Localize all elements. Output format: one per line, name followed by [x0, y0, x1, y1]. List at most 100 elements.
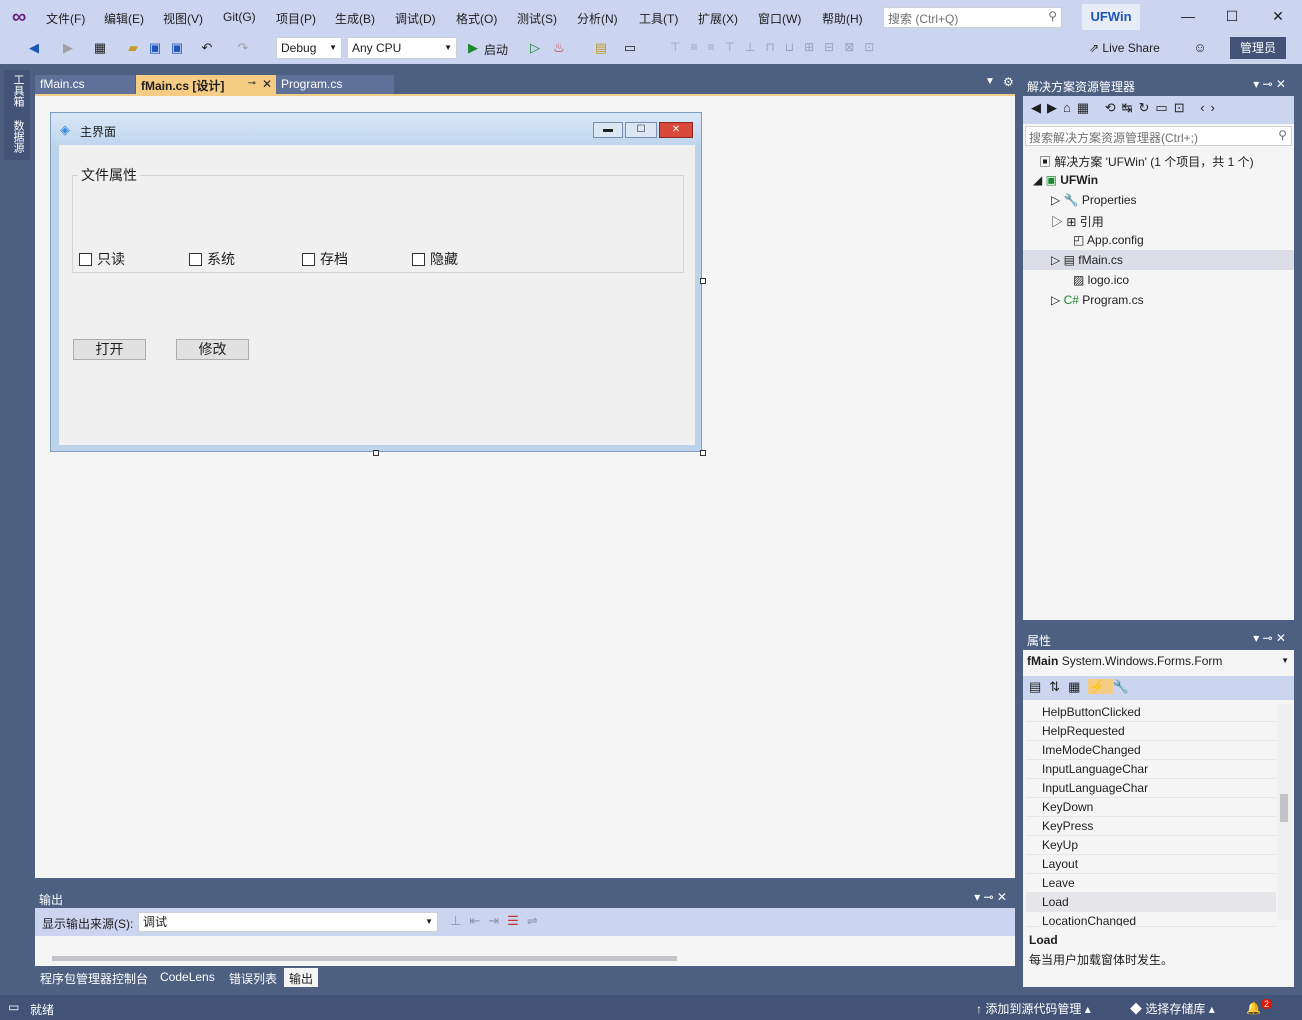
minimize-button[interactable]: — [1178, 8, 1198, 26]
left-tool-tabs: 工具箱 数据源 [4, 70, 30, 160]
menu-tools[interactable]: 工具(T) [639, 10, 678, 27]
menu-window[interactable]: 窗口(W) [758, 10, 801, 27]
save-icon[interactable]: ▣ [147, 40, 163, 56]
tab-fmain-design[interactable]: fMain.cs [设计] ⊸ ✕ [136, 75, 276, 94]
form-client-area: 文件属性 只读 系统 存档 隐藏 打开 修改 [59, 145, 695, 445]
tab-dropdown-icon[interactable]: ▼ [985, 76, 995, 87]
event-row[interactable]: Leave [1026, 874, 1276, 893]
add-source-control-button[interactable]: ↑ 添加到源代码管理 ▴ [976, 1000, 1091, 1017]
tree-item-fmain[interactable]: ▷ ▤ fMain.cs [1051, 253, 1123, 267]
pin-icon[interactable]: ⊸ [248, 78, 256, 89]
start-icon[interactable]: ▶ [465, 40, 481, 56]
menu-debug[interactable]: 调试(D) [395, 10, 436, 27]
output-source-select[interactable]: 调试 ▼ [138, 912, 438, 932]
event-row[interactable]: KeyUp [1026, 836, 1276, 855]
tab-fmain-code[interactable]: fMain.cs [35, 75, 135, 94]
config-select[interactable]: Debug ▼ [276, 37, 342, 59]
tree-project[interactable]: ◢ ▣ UFWin [1033, 173, 1098, 187]
maximize-button[interactable]: ☐ [1222, 8, 1242, 26]
status-icon: ▭ [8, 1000, 20, 1014]
properties-toolbar-icons[interactable]: ▤⇅▦⚡🔧 [1023, 676, 1294, 700]
tab-package-console[interactable]: 程序包管理器控制台 [35, 968, 154, 987]
menu-analyze[interactable]: 分析(N) [577, 10, 618, 27]
output-hscrollbar[interactable] [52, 956, 677, 961]
open-icon[interactable]: ▰ [125, 40, 141, 56]
forward-icon[interactable]: ▶ [60, 40, 76, 56]
modify-button[interactable]: 修改 [176, 339, 249, 360]
undo-icon[interactable]: ↶ [199, 40, 215, 56]
open-button[interactable]: 打开 [73, 339, 146, 360]
csharp-file-icon: C# [1063, 293, 1083, 307]
menu-help[interactable]: 帮助(H) [822, 10, 863, 27]
close-icon[interactable]: ✕ [262, 77, 272, 91]
event-row[interactable]: InputLanguageChar [1026, 779, 1276, 798]
scrollbar-thumb[interactable] [1280, 794, 1288, 822]
checkbox-readonly[interactable]: 只读 [79, 249, 125, 269]
close-button[interactable]: ✕ [1268, 8, 1288, 26]
gear-icon[interactable]: ⚙ [1003, 75, 1014, 89]
platform-select[interactable]: Any CPU ▼ [347, 37, 457, 59]
panel-controls-icon[interactable]: ▾ ⊸ ✕ [1253, 77, 1286, 91]
back-icon[interactable]: ◀ [26, 40, 42, 56]
resize-handle-corner[interactable] [700, 450, 706, 456]
start-without-debug-icon[interactable]: ▷ [527, 40, 543, 56]
tree-solution-root[interactable]: ▣ 解决方案 'UFWin' (1 个项目，共 1 个) [1039, 153, 1254, 170]
menu-project[interactable]: 项目(P) [276, 10, 316, 27]
checkbox-hidden[interactable]: 隐藏 [412, 249, 458, 269]
event-row-selected[interactable]: Load [1026, 893, 1276, 912]
event-row[interactable]: LocationChanged [1026, 912, 1276, 927]
tab-error-list[interactable]: 错误列表 [224, 968, 283, 987]
event-row[interactable]: ImeModeChanged [1026, 741, 1276, 760]
menu-view[interactable]: 视图(V) [163, 10, 203, 27]
properties-object-select[interactable]: fMain System.Windows.Forms.Form ▼ [1027, 654, 1289, 674]
event-row[interactable]: HelpButtonClicked [1026, 703, 1276, 722]
notification-icon[interactable]: 🔔 2 [1246, 999, 1272, 1015]
feedback-icon[interactable]: ☺ [1192, 40, 1208, 56]
save-all-icon[interactable]: ▣ [169, 40, 185, 56]
checkbox-system[interactable]: 系统 [189, 249, 235, 269]
resize-handle-right[interactable] [700, 278, 706, 284]
tab-output[interactable]: 输出 [284, 968, 319, 987]
menu-build[interactable]: 生成(B) [335, 10, 375, 27]
tab-datasource[interactable]: 数据源 [8, 120, 26, 153]
event-row[interactable]: HelpRequested [1026, 722, 1276, 741]
search-input[interactable]: 搜索 (Ctrl+Q) ⚲ [883, 7, 1062, 28]
output-tools-icon[interactable]: ⊥⇤⇥☰⇌ [450, 913, 546, 929]
event-row[interactable]: Layout [1026, 855, 1276, 874]
hot-reload-icon[interactable]: ♨ [551, 40, 567, 56]
menu-extensions[interactable]: 扩展(X) [698, 10, 738, 27]
select-repo-button[interactable]: ◆ 选择存储库 ▴ [1130, 1000, 1215, 1017]
tree-item-appconfig[interactable]: ◰ App.config [1073, 233, 1144, 247]
designer-form[interactable]: ◈ 主界面 ▬ ☐ ✕ 文件属性 只读 系统 存档 隐藏 打开 修改 [50, 112, 702, 452]
panel-controls-icon[interactable]: ▾ ⊸ ✕ [974, 890, 1007, 904]
menu-git[interactable]: Git(G) [223, 10, 256, 24]
tree-item-program[interactable]: ▷ C# Program.cs [1051, 293, 1144, 307]
resize-handle-bottom[interactable] [373, 450, 379, 456]
start-button[interactable]: 启动 [484, 41, 508, 58]
tab-toolbox[interactable]: 工具箱 [8, 74, 26, 107]
redo-icon[interactable]: ↷ [235, 40, 251, 56]
menu-format[interactable]: 格式(O) [456, 10, 497, 27]
checkbox-archive[interactable]: 存档 [302, 249, 348, 269]
properties-header: 属性 ▾ ⊸ ✕ [1023, 628, 1294, 650]
panel-controls-icon[interactable]: ▾ ⊸ ✕ [1253, 631, 1286, 645]
new-project-icon[interactable]: ▦ [92, 40, 108, 56]
folder-icon[interactable]: ▤ [593, 40, 609, 56]
event-row[interactable]: InputLanguageChar [1026, 760, 1276, 779]
event-row[interactable]: KeyDown [1026, 798, 1276, 817]
solution-toolbar-icons[interactable]: ◀▶⌂▦ ⟲↹↻▭⊡ ‹› [1023, 96, 1294, 124]
tab-program[interactable]: Program.cs [276, 75, 394, 94]
tree-item-properties[interactable]: ▷ 🔧 Properties [1051, 193, 1137, 207]
menu-edit[interactable]: 编辑(E) [104, 10, 144, 27]
tree-item-logo[interactable]: ▨ logo.ico [1073, 273, 1129, 287]
tab-codelens[interactable]: CodeLens [155, 968, 220, 987]
layout-icon[interactable]: ▭ [622, 40, 638, 56]
menu-file[interactable]: 文件(F) [46, 10, 85, 27]
properties-scrollbar[interactable] [1277, 704, 1291, 920]
solution-search-input[interactable]: 搜索解决方案资源管理器(Ctrl+;) ⚲ [1025, 126, 1292, 146]
live-share-button[interactable]: ⇗ Live Share [1089, 41, 1160, 55]
tree-item-references[interactable]: ▷ ⊞ 引用 [1051, 213, 1104, 230]
event-row[interactable]: KeyPress [1026, 817, 1276, 836]
menu-test[interactable]: 测试(S) [517, 10, 557, 27]
events-icon[interactable]: ⚡ [1088, 679, 1113, 694]
